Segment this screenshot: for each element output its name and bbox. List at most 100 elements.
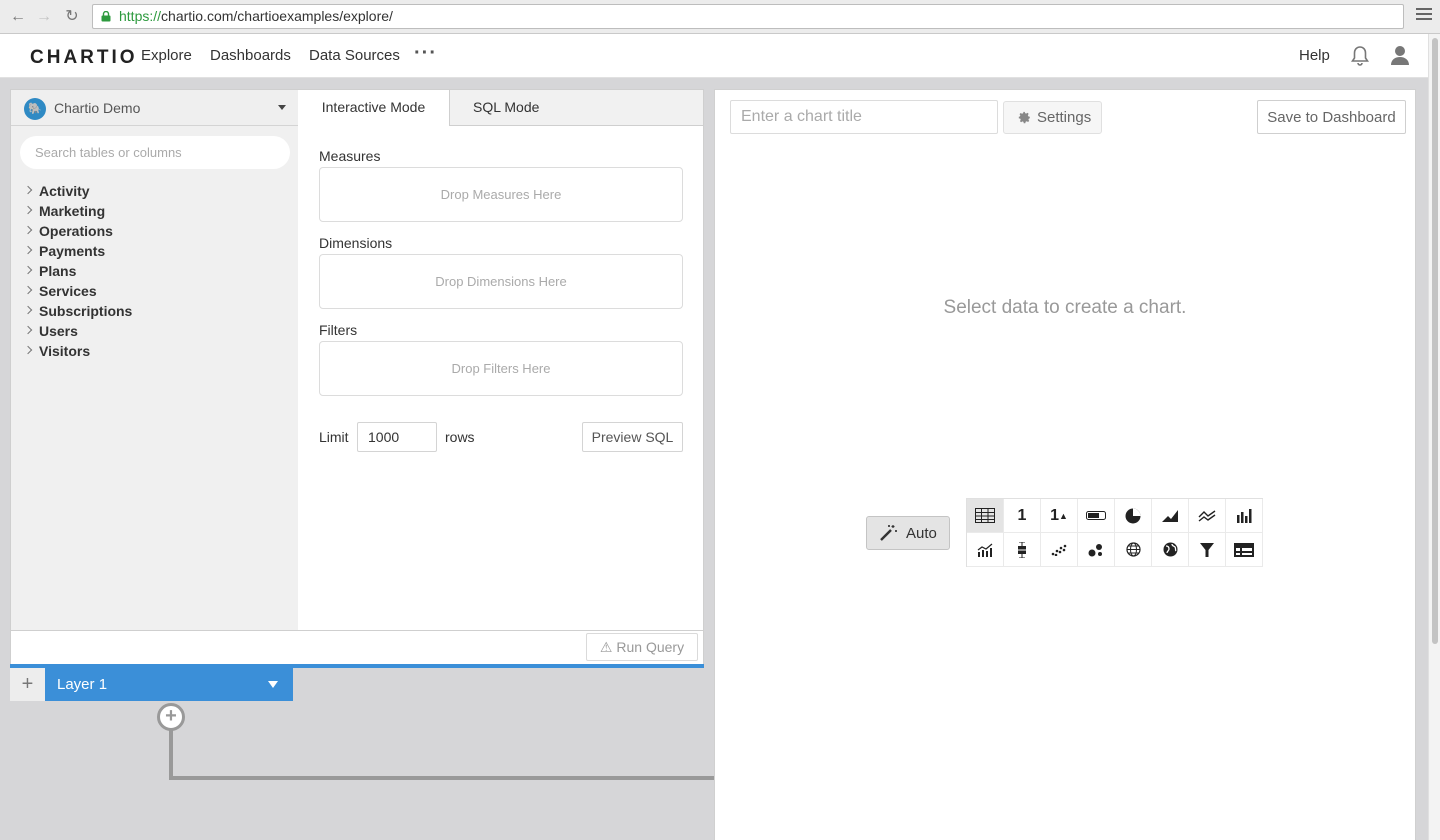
chevron-right-icon <box>23 225 33 235</box>
address-bar[interactable]: https://chartio.com/chartioexamples/expl… <box>92 4 1404 29</box>
pipeline-connector <box>169 776 714 780</box>
table-item-services[interactable]: Services <box>11 281 299 301</box>
chevron-right-icon <box>23 285 33 295</box>
add-layer-button[interactable]: + <box>10 668 45 701</box>
chart-type-scatter-icon[interactable] <box>1041 533 1078 567</box>
browser-toolbar: ← → ↻ https://chartio.com/chartioexample… <box>0 0 1440 34</box>
chart-type-geo-map-icon[interactable] <box>1115 533 1152 567</box>
chart-title-input[interactable] <box>730 100 998 134</box>
reload-icon[interactable]: ↻ <box>62 7 82 27</box>
chart-type-globe-map-icon[interactable] <box>1152 533 1189 567</box>
table-item-payments[interactable]: Payments <box>11 241 299 261</box>
nav-data-sources[interactable]: Data Sources <box>309 47 400 64</box>
nav-help[interactable]: Help <box>1299 47 1330 64</box>
forward-icon[interactable]: → <box>34 7 54 27</box>
chart-type-bar-line-icon[interactable] <box>967 533 1004 567</box>
nav-more-icon[interactable]: ··· <box>414 42 437 65</box>
table-item-activity[interactable]: Activity <box>11 181 299 201</box>
chart-type-box-plot-icon[interactable] <box>1004 533 1041 567</box>
table-label: Subscriptions <box>39 303 133 319</box>
postgres-elephant-icon: 🐘 <box>24 98 46 120</box>
limit-input[interactable] <box>357 422 437 452</box>
chevron-right-icon <box>23 305 33 315</box>
warning-icon: ⚠ <box>599 638 613 655</box>
chart-type-table-icon[interactable] <box>967 499 1004 533</box>
chart-type-bar-icon[interactable] <box>1226 499 1263 533</box>
chart-type-bubble-icon[interactable] <box>1078 533 1115 567</box>
dimensions-drop-zone[interactable]: Drop Dimensions Here <box>319 254 683 309</box>
preview-sql-button[interactable]: Preview SQL <box>582 422 683 452</box>
browser-menu-icon[interactable] <box>1416 8 1432 24</box>
table-item-plans[interactable]: Plans <box>11 261 299 281</box>
caret-down-icon <box>278 105 286 110</box>
page-scrollbar[interactable] <box>1428 34 1440 840</box>
dimensions-label: Dimensions <box>319 235 393 251</box>
chart-type-pivot-table-icon[interactable] <box>1226 533 1263 567</box>
table-label: Users <box>39 323 78 339</box>
layer-name: Layer 1 <box>57 676 108 693</box>
datasource-name: Chartio Demo <box>54 100 141 116</box>
table-label: Plans <box>39 263 77 279</box>
gear-icon <box>1018 111 1030 124</box>
user-icon[interactable] <box>1390 45 1410 65</box>
table-item-users[interactable]: Users <box>11 321 299 341</box>
chart-type-progress-bar-icon[interactable] <box>1078 499 1115 533</box>
rows-label: rows <box>445 429 475 445</box>
chevron-right-icon <box>23 325 33 335</box>
limit-label: Limit <box>319 429 349 445</box>
table-item-marketing[interactable]: Marketing <box>11 201 299 221</box>
tab-sql-mode[interactable]: SQL Mode <box>450 90 703 126</box>
schema-sidebar: 🐘 Chartio Demo Activity Marketing Operat… <box>10 89 299 631</box>
app-header: CHARTIO Explore Dashboards Data Sources … <box>0 34 1428 78</box>
run-bar: ⚠ Run Query <box>10 631 704 664</box>
auto-chart-button[interactable]: Auto <box>866 516 950 550</box>
chevron-right-icon <box>23 185 33 195</box>
table-item-operations[interactable]: Operations <box>11 221 299 241</box>
chart-type-pie-icon[interactable] <box>1115 499 1152 533</box>
datasource-select[interactable]: 🐘 Chartio Demo <box>11 90 299 126</box>
table-item-subscriptions[interactable]: Subscriptions <box>11 301 299 321</box>
url-path: chartio.com/chartioexamples/explore/ <box>161 8 393 24</box>
settings-label: Settings <box>1037 109 1092 126</box>
tab-interactive-mode[interactable]: Interactive Mode <box>298 90 450 126</box>
chevron-right-icon <box>23 265 33 275</box>
chart-type-funnel-icon[interactable] <box>1189 533 1226 567</box>
bell-icon[interactable] <box>1350 45 1370 67</box>
caret-down-icon[interactable] <box>268 681 278 688</box>
chevron-right-icon <box>23 345 33 355</box>
measures-drop-zone[interactable]: Drop Measures Here <box>319 167 683 222</box>
search-tables-input[interactable] <box>20 136 290 169</box>
table-label: Activity <box>39 183 90 199</box>
save-to-dashboard-button[interactable]: Save to Dashboard <box>1257 100 1406 134</box>
table-label: Marketing <box>39 203 106 219</box>
nav-dashboards[interactable]: Dashboards <box>210 47 291 64</box>
table-label: Services <box>39 283 97 299</box>
measures-label: Measures <box>319 148 381 164</box>
settings-button[interactable]: Settings <box>1003 101 1102 134</box>
chart-panel: Settings Save to Dashboard Select data t… <box>714 89 1416 840</box>
magic-wand-icon <box>880 525 897 541</box>
run-query-button[interactable]: ⚠ Run Query <box>586 633 698 661</box>
table-item-visitors[interactable]: Visitors <box>11 341 299 361</box>
table-list: Activity Marketing Operations Payments P… <box>11 181 299 361</box>
chevron-right-icon <box>23 245 33 255</box>
chart-type-line-icon[interactable] <box>1189 499 1226 533</box>
add-step-icon[interactable]: + <box>157 703 185 731</box>
lock-icon <box>101 11 111 22</box>
empty-chart-message: Select data to create a chart. <box>943 297 1187 318</box>
filters-drop-zone[interactable]: Drop Filters Here <box>319 341 683 396</box>
chartio-logo[interactable]: CHARTIO <box>30 47 138 69</box>
chart-type-picker: 1 1 ▲ <box>966 498 1263 567</box>
table-label: Operations <box>39 223 113 239</box>
table-label: Visitors <box>39 343 91 359</box>
layer-tab[interactable]: Layer 1 <box>45 668 293 701</box>
chart-type-single-value-trend-icon[interactable]: 1 ▲ <box>1041 499 1078 533</box>
pipeline-connector <box>169 726 173 780</box>
nav-explore[interactable]: Explore <box>141 47 192 64</box>
chart-type-single-value-icon[interactable]: 1 <box>1004 499 1041 533</box>
chart-type-area-icon[interactable] <box>1152 499 1189 533</box>
query-builder: Interactive Mode SQL Mode Measures Drop … <box>298 89 704 631</box>
chevron-right-icon <box>23 205 33 215</box>
back-icon[interactable]: ← <box>8 7 28 27</box>
auto-label: Auto <box>906 525 937 542</box>
